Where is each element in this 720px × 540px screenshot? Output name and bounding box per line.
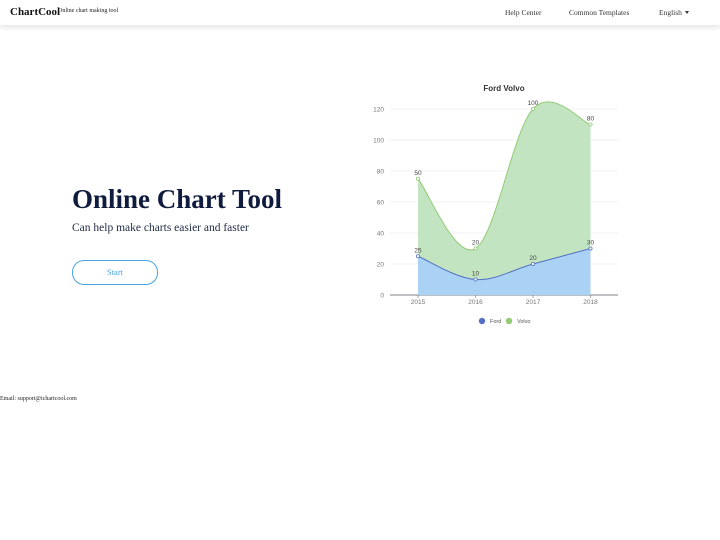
legend-label: Volvo: [517, 319, 530, 325]
start-button[interactable]: Start: [72, 260, 158, 285]
data-point: [473, 277, 478, 282]
hero-title: Online Chart Tool: [72, 184, 283, 214]
data-label: 10: [472, 271, 480, 278]
legend-swatch-ford: [478, 317, 486, 325]
data-label: 100: [528, 100, 539, 107]
x-tick-label: 2016: [468, 299, 483, 306]
brand-tagline: Online chart making tool: [58, 8, 119, 14]
data-point: [588, 122, 593, 127]
y-tick-label: 20: [377, 262, 385, 269]
chart-title: Ford Volvo: [483, 84, 524, 93]
area-chart: Ford Volvo0204060801001202015 2016 2017 201…: [373, 84, 618, 325]
language-label: English: [659, 8, 682, 17]
y-tick-label: 40: [377, 231, 385, 238]
legend-label: Ford: [490, 319, 501, 325]
data-label: 80: [587, 116, 595, 123]
y-tick-label: 80: [377, 169, 385, 176]
x-tick-label: 2017: [526, 299, 541, 306]
language-selector[interactable]: English: [659, 8, 689, 17]
y-tick-label: 100: [373, 138, 384, 145]
data-label: 50: [414, 170, 422, 177]
chart-container: Ford Volvo 0 20 40 60 80 100 120 2015 2016 2017 201…: [360, 78, 640, 333]
data-label: 20: [529, 255, 537, 262]
x-tick-label: 2018: [583, 299, 598, 306]
support-email: Email: support@ichartcool.com: [0, 396, 77, 402]
y-tick-label: 60: [377, 200, 385, 207]
area-volvo: [418, 101, 591, 280]
top-navbar: ChartCool Online chart making tool Help …: [0, 0, 720, 25]
nav-help-center[interactable]: Help Center: [505, 8, 541, 17]
data-point: [530, 261, 535, 266]
data-label: 20: [472, 240, 480, 247]
nav-common-templates[interactable]: Common Templates: [569, 8, 629, 17]
data-point: [473, 246, 478, 251]
data-label: 25: [414, 247, 422, 254]
legend-swatch-volvo: [505, 317, 513, 325]
caret-down-icon: [684, 11, 689, 14]
y-tick-label: 120: [373, 107, 384, 114]
x-tick-label: 2015: [411, 299, 426, 306]
data-point: [416, 254, 421, 259]
y-tick-label: 0: [380, 293, 384, 300]
hero-subtitle: Can help make charts easier and faster: [72, 222, 249, 234]
data-label: 30: [587, 240, 595, 247]
data-point: [588, 246, 593, 251]
data-point: [416, 176, 421, 181]
brand-logo[interactable]: ChartCool: [10, 6, 60, 18]
data-point: [530, 106, 535, 111]
